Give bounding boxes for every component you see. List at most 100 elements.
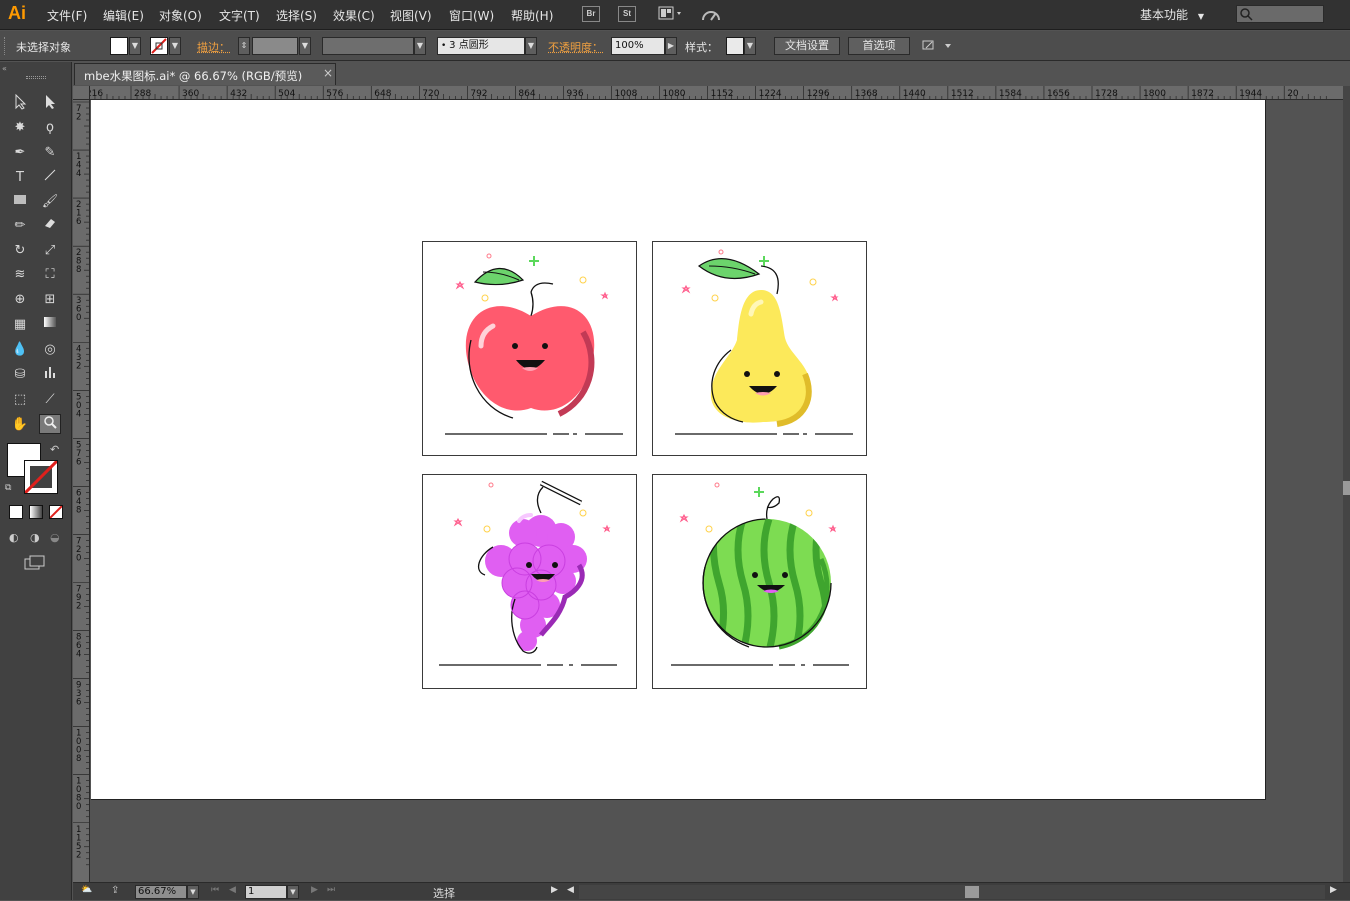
pencil-tool-icon[interactable]: ✏ xyxy=(9,216,31,236)
default-colors-icon[interactable]: ⧉ xyxy=(5,483,11,493)
first-artboard-icon[interactable]: ⏮ xyxy=(211,885,219,895)
grip-handle[interactable] xyxy=(4,37,7,55)
scroll-right-icon[interactable]: ▶ xyxy=(1330,885,1337,895)
stroke-weight-stepper[interactable]: ⇕ xyxy=(238,37,250,55)
selection-tool-icon[interactable] xyxy=(9,94,31,114)
artboard[interactable] xyxy=(91,100,1266,800)
status-menu-icon[interactable]: ▶ xyxy=(551,885,558,895)
variable-width-field[interactable] xyxy=(322,37,414,55)
fill-dropdown[interactable]: ▼ xyxy=(129,37,141,55)
scale-tool-icon[interactable]: ⤢ xyxy=(39,241,61,261)
zoom-tool-icon[interactable] xyxy=(39,414,61,434)
width-tool-icon[interactable]: ≋ xyxy=(9,265,31,285)
artboard-number-field[interactable]: 1 xyxy=(245,885,287,899)
ruler-origin[interactable] xyxy=(73,86,90,100)
workspace-switcher[interactable]: 基本功能 ▼ xyxy=(1140,6,1220,23)
bridge-button[interactable]: Br xyxy=(582,6,600,22)
arrange-documents-icon[interactable] xyxy=(658,6,686,25)
fill-swatch[interactable] xyxy=(110,37,128,55)
menu-object[interactable]: 对象(O) xyxy=(159,7,202,24)
document-tab[interactable]: mbe水果图标.ai* @ 66.67% (RGB/预览) × xyxy=(74,63,336,85)
gpu-performance-icon[interactable] xyxy=(700,6,724,27)
rotate-tool-icon[interactable]: ↻ xyxy=(9,241,31,261)
menu-window[interactable]: 窗口(W) xyxy=(449,7,494,24)
next-artboard-icon[interactable]: ▶ xyxy=(311,885,318,895)
stroke-color-box[interactable] xyxy=(24,460,58,494)
opacity-field[interactable]: 100% xyxy=(611,37,665,55)
blend-tool-icon[interactable]: ◎ xyxy=(39,340,61,360)
lasso-icon[interactable]: ϙ xyxy=(39,118,61,138)
rectangle-tool-icon[interactable] xyxy=(9,192,31,212)
draw-behind-icon[interactable]: ◑ xyxy=(30,531,40,544)
symbol-sprayer-tool-icon[interactable]: ⛁ xyxy=(9,365,31,385)
vertical-ruler[interactable]: 72 144 216 288 360 432 504 576 648 720 792 864 936 10… xyxy=(73,100,90,882)
stroke-weight-dropdown[interactable]: ▼ xyxy=(299,37,311,55)
screen-mode-icon[interactable] xyxy=(24,555,46,574)
opacity-slider-button[interactable]: ▶ xyxy=(665,37,677,55)
menu-edit[interactable]: 编辑(E) xyxy=(103,7,144,24)
close-icon[interactable]: × xyxy=(323,66,333,80)
line-segment-tool-icon[interactable] xyxy=(39,168,61,188)
artboard-dropdown[interactable]: ▼ xyxy=(287,885,299,899)
brush-dropdown[interactable]: ▼ xyxy=(525,37,537,55)
slice-tool-icon[interactable]: ⟋ xyxy=(39,390,61,410)
horizontal-ruler[interactable]: 216 288 360 432 504 576 648 720 792 864 936 1008 108… xyxy=(90,86,1344,100)
collapse-panel-icon[interactable]: « xyxy=(2,64,7,73)
panel-grip[interactable] xyxy=(26,76,46,79)
magic-wand-icon[interactable]: ✸ xyxy=(9,118,31,138)
shape-builder-tool-icon[interactable]: ⊕ xyxy=(9,290,31,310)
curvature-tool-icon[interactable]: ✎ xyxy=(39,143,61,163)
last-artboard-icon[interactable]: ⏭ xyxy=(327,885,335,895)
document-setup-button[interactable]: 文档设置 xyxy=(774,37,840,55)
perspective-grid-tool-icon[interactable]: ⊞ xyxy=(39,290,61,310)
stroke-dropdown[interactable]: ▼ xyxy=(169,37,181,55)
zoom-dropdown[interactable]: ▼ xyxy=(187,885,199,899)
watermelon-icon-card[interactable] xyxy=(652,474,867,689)
menu-file[interactable]: 文件(F) xyxy=(47,7,87,24)
graphic-style-dropdown[interactable]: ▼ xyxy=(744,37,756,55)
opacity-label[interactable]: 不透明度： xyxy=(548,39,603,55)
mesh-tool-icon[interactable]: ▦ xyxy=(9,315,31,335)
menu-select[interactable]: 选择(S) xyxy=(276,7,317,24)
stock-button[interactable]: St xyxy=(618,6,636,22)
none-mode-button[interactable] xyxy=(49,505,63,519)
draw-inside-icon[interactable]: ◒ xyxy=(50,531,60,544)
vertical-scrollbar[interactable] xyxy=(1343,86,1350,882)
graphic-style-swatch[interactable] xyxy=(726,37,744,55)
previous-artboard-icon[interactable]: ◀ xyxy=(229,885,236,895)
gradient-tool-icon[interactable] xyxy=(39,315,61,335)
horizontal-scrollbar[interactable] xyxy=(579,885,1325,899)
preferences-button[interactable]: 首选项 xyxy=(848,37,910,55)
pear-icon-card[interactable] xyxy=(652,241,867,456)
eraser-tool-icon[interactable] xyxy=(39,216,61,236)
direct-selection-tool-icon[interactable] xyxy=(39,94,61,114)
menu-effect[interactable]: 效果(C) xyxy=(333,7,375,24)
grape-icon-card[interactable] xyxy=(422,474,637,689)
scroll-left-icon[interactable]: ◀ xyxy=(567,885,574,895)
apple-icon-card[interactable] xyxy=(422,241,637,456)
artboard-tool-icon[interactable]: ⬚ xyxy=(9,390,31,410)
stroke-weight-field[interactable] xyxy=(252,37,298,55)
vertical-scroll-thumb[interactable] xyxy=(1343,481,1350,495)
menu-help[interactable]: 帮助(H) xyxy=(511,7,553,24)
zoom-level-field[interactable]: 66.67% xyxy=(135,885,187,899)
column-graph-tool-icon[interactable] xyxy=(39,365,61,385)
menu-type[interactable]: 文字(T) xyxy=(219,7,260,24)
variable-width-dropdown[interactable]: ▼ xyxy=(414,37,426,55)
stroke-label[interactable]: 描边： xyxy=(197,39,230,55)
type-tool-icon[interactable]: T xyxy=(9,168,31,188)
search-input[interactable] xyxy=(1236,5,1324,23)
free-transform-tool-icon[interactable]: ⛶ xyxy=(39,265,61,285)
control-panel-menu-icon[interactable] xyxy=(921,38,957,57)
share-icon[interactable]: ⇪ xyxy=(111,885,119,896)
paintbrush-tool-icon[interactable]: 🖌 xyxy=(39,192,61,212)
draw-normal-icon[interactable]: ◐ xyxy=(9,531,19,544)
hand-tool-icon[interactable]: ✋ xyxy=(9,415,31,435)
eyedropper-tool-icon[interactable]: 💧 xyxy=(9,340,31,360)
stroke-swatch[interactable] xyxy=(150,37,168,55)
brush-definition-field[interactable]: • 3 点圆形 xyxy=(437,37,525,55)
cloud-sync-icon[interactable]: ⛅ xyxy=(81,885,92,895)
pen-tool-icon[interactable]: ✒ xyxy=(9,143,31,163)
swap-colors-icon[interactable]: ↶ xyxy=(50,443,59,456)
horizontal-scroll-thumb[interactable] xyxy=(965,886,979,898)
